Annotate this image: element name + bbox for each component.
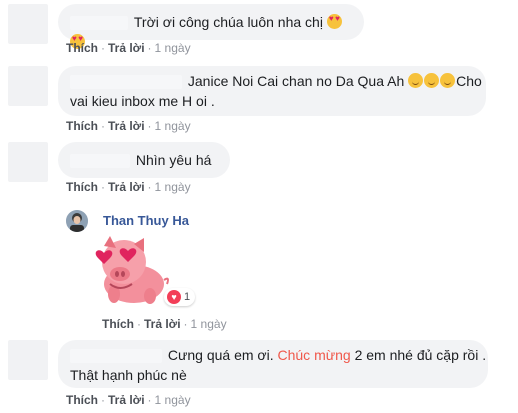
timestamp[interactable]: 1 ngày bbox=[191, 317, 227, 331]
commenter-avatar-5[interactable] bbox=[8, 340, 48, 380]
reply-link[interactable]: Trả lời bbox=[108, 41, 145, 55]
reply-author-name[interactable]: Than Thuy Ha bbox=[103, 213, 189, 228]
redacted-name bbox=[70, 154, 130, 169]
comment-bubble-2: Janice Noi Cai chan no Da Qua Ah Cho vai… bbox=[58, 66, 486, 116]
reply-link[interactable]: Trả lời bbox=[108, 119, 145, 133]
comment-text: Nhìn yêu há bbox=[135, 152, 212, 168]
pig-sticker bbox=[90, 232, 172, 310]
pink-pig-sticker-icon bbox=[95, 236, 169, 304]
timestamp[interactable]: 1 ngày bbox=[155, 119, 191, 133]
reaction-badge[interactable]: ♥ 1 bbox=[164, 288, 196, 306]
relieved-emoji-icon bbox=[424, 73, 440, 88]
comment-text-part2: 2 em nhé đủ cặp rồi . bbox=[354, 347, 487, 363]
commenter-avatar-2[interactable] bbox=[8, 66, 48, 106]
redacted-name bbox=[70, 349, 162, 364]
reply-author-avatar[interactable] bbox=[66, 210, 88, 232]
comment-bubble-5: Cưng quá em ơi. Chúc mừng 2 em nhé đủ cặ… bbox=[58, 340, 488, 388]
timestamp[interactable]: 1 ngày bbox=[155, 180, 191, 194]
comment-text-part1: Cưng quá em ơi. bbox=[167, 347, 274, 363]
relieved-emoji-icon bbox=[408, 73, 424, 88]
comment-text-line3: vai kieu inbox me H oi . bbox=[70, 93, 215, 109]
like-link[interactable]: Thích bbox=[66, 180, 98, 194]
redacted-name bbox=[70, 16, 128, 31]
relieved-emoji-icon bbox=[440, 73, 456, 88]
comment-bubble-3: Nhìn yêu há bbox=[58, 142, 230, 178]
commenter-avatar-1[interactable] bbox=[8, 4, 48, 44]
highlighted-text[interactable]: Chúc mừng bbox=[278, 347, 351, 363]
love-reaction-icon: ♥ bbox=[167, 290, 181, 304]
comment-text-line2: Cho bbox=[456, 73, 482, 89]
reply-actions: Thích · Trả lời · 1 ngày bbox=[102, 317, 227, 331]
person-avatar-icon bbox=[66, 210, 88, 232]
commenter-avatar-3[interactable] bbox=[8, 142, 48, 182]
timestamp[interactable]: 1 ngày bbox=[155, 41, 191, 55]
like-link[interactable]: Thích bbox=[66, 393, 98, 407]
like-link[interactable]: Thích bbox=[66, 119, 98, 133]
like-link[interactable]: Thích bbox=[102, 317, 134, 331]
comment-text: Trời ơi công chúa luôn nha chị bbox=[133, 14, 323, 30]
comment-actions-3: Thích · Trả lời · 1 ngày bbox=[66, 180, 191, 194]
comment-actions-2: Thích · Trả lời · 1 ngày bbox=[66, 119, 191, 133]
timestamp[interactable]: 1 ngày bbox=[155, 393, 191, 407]
comment-actions-1: Thích · Trả lời · 1 ngày bbox=[66, 41, 191, 55]
like-link[interactable]: Thích bbox=[66, 41, 98, 55]
comment-actions-5: Thích · Trả lời · 1 ngày bbox=[66, 393, 191, 407]
heart-eyes-emoji-icon bbox=[326, 14, 342, 29]
reply-link[interactable]: Trả lời bbox=[108, 180, 145, 194]
reaction-count: 1 bbox=[184, 290, 191, 303]
reply-link[interactable]: Trả lời bbox=[144, 317, 181, 331]
comment-text-line1: Janice Noi Cai chan no Da Qua Ah bbox=[187, 73, 405, 89]
comment-bubble-1: Trời ơi công chúa luôn nha chị bbox=[58, 4, 364, 49]
redacted-name bbox=[70, 75, 182, 90]
reply-link[interactable]: Trả lời bbox=[108, 393, 145, 407]
comment-text-line2: Thật hạnh phúc nè bbox=[70, 367, 187, 383]
